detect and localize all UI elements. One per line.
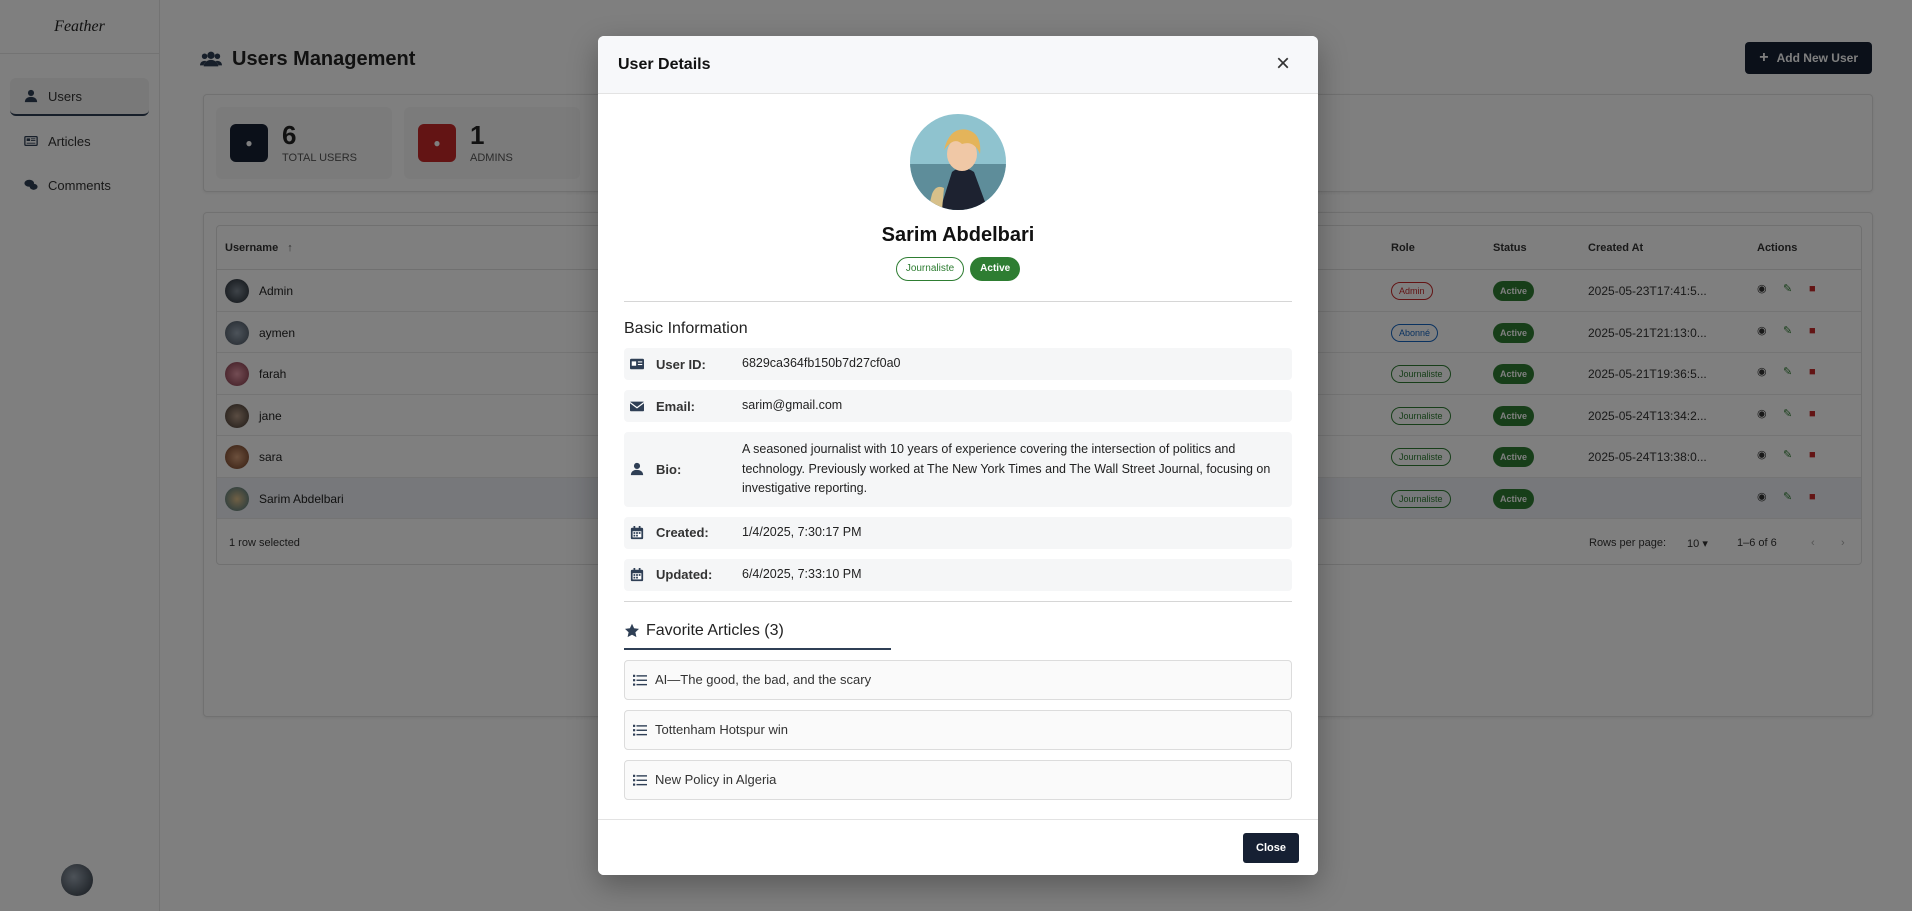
divider: [624, 301, 1292, 302]
info-row-bio: Bio: A seasoned journalist with 10 years…: [624, 432, 1292, 507]
info-label: User ID:: [656, 356, 706, 372]
star-icon: [625, 623, 639, 637]
list-icon: [633, 674, 647, 686]
profile-name: Sarim Abdelbari: [881, 224, 1035, 246]
info-value: 1/4/2025, 7:30:17 PM: [742, 524, 862, 539]
status-badge: Active: [970, 257, 1021, 281]
info-value: 6/4/2025, 7:33:10 PM: [742, 566, 862, 581]
avatar: [910, 114, 1006, 210]
info-row-email: Email: sarim@gmail.com: [624, 390, 1292, 422]
divider: [624, 600, 1292, 602]
favorite-article-title: AI—The good, the bad, and the scary: [655, 672, 872, 687]
info-row-created: Created: 1/4/2025, 7:30:17 PM: [624, 516, 1292, 549]
favorite-article-item[interactable]: New Policy in Algeria: [624, 759, 1292, 800]
profile-chips: Journaliste Active: [624, 257, 1292, 281]
list-icon: [633, 724, 647, 736]
user-details-modal: User Details × Sarim Abdelbari Journalis…: [598, 36, 1318, 875]
role-chip: Journaliste: [895, 257, 965, 281]
modal-header: User Details ×: [598, 36, 1318, 94]
info-label: Email:: [656, 398, 696, 414]
user-icon: [630, 463, 644, 476]
envelope-icon: [630, 401, 644, 412]
info-row-user-id: User ID: 6829ca364fb150b7d27cf0a0: [624, 348, 1292, 380]
info-value: 6829ca364fb150b7d27cf0a0: [742, 356, 901, 371]
favorite-article-title: Tottenham Hotspur win: [655, 722, 788, 737]
calendar-icon: [630, 525, 644, 539]
basic-info-list: User ID: 6829ca364fb150b7d27cf0a0 Email:…: [624, 348, 1292, 591]
info-label: Bio:: [656, 461, 682, 477]
modal-body: Sarim Abdelbari Journaliste Active Basic…: [598, 94, 1318, 819]
modal-footer: Close: [598, 819, 1318, 875]
modal-title: User Details: [618, 55, 711, 73]
basic-info-title: Basic Information: [624, 320, 748, 337]
favorites-header: Favorite Articles (3): [624, 622, 891, 650]
info-value: sarim@gmail.com: [742, 398, 843, 413]
favorite-article-title: New Policy in Algeria: [655, 772, 777, 787]
info-value: A seasoned journalist with 10 years of e…: [742, 442, 1271, 495]
list-icon: [633, 774, 647, 786]
info-label: Created:: [656, 525, 709, 540]
favorite-article-item[interactable]: AI—The good, the bad, and the scary: [624, 659, 1292, 700]
info-row-updated: Updated: 6/4/2025, 7:33:10 PM: [624, 558, 1292, 591]
profile-photo: [910, 114, 1006, 210]
profile-section: Sarim Abdelbari Journaliste Active: [624, 94, 1292, 281]
close-icon[interactable]: ×: [1272, 52, 1294, 76]
favorites-list: AI—The good, the bad, and the scary Tott…: [624, 659, 1292, 800]
favorite-article-item[interactable]: Tottenham Hotspur win: [624, 709, 1292, 750]
close-button[interactable]: Close: [1243, 833, 1299, 863]
id-card-icon: [630, 358, 644, 370]
calendar-icon: [630, 567, 644, 581]
info-label: Updated:: [656, 567, 713, 582]
favorites-title: Favorite Articles (3): [646, 621, 784, 639]
